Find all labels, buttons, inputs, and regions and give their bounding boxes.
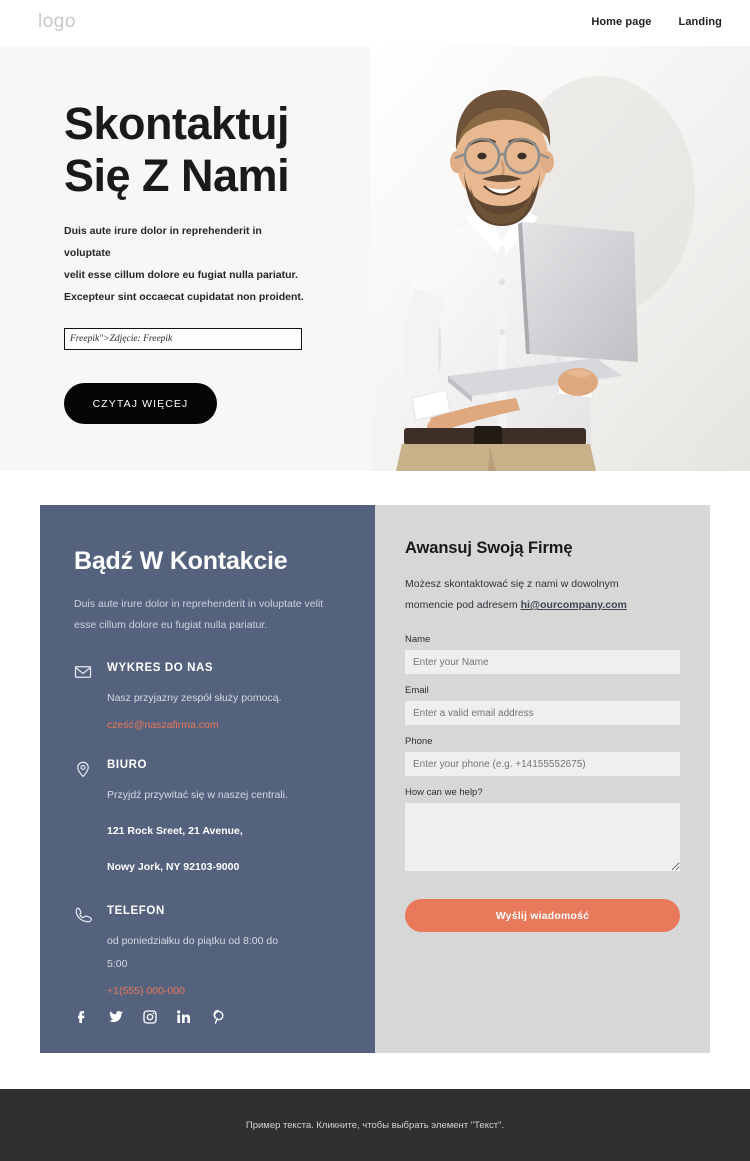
submit-message-button[interactable]: Wyślij wiadomość bbox=[405, 899, 680, 932]
footer-text: Пример текста. Кликните, чтобы выбрать э… bbox=[245, 1119, 505, 1131]
linkedin-icon[interactable] bbox=[176, 1009, 192, 1025]
site-logo[interactable]: logo bbox=[38, 11, 76, 33]
contact-block-title: TELEFON bbox=[107, 905, 165, 917]
field-email: Email bbox=[405, 685, 680, 725]
envelope-icon bbox=[74, 663, 92, 681]
hours-line-2: 5:00 bbox=[107, 958, 128, 970]
page-title: Skontaktuj Się Z Nami bbox=[64, 98, 364, 202]
phone-input[interactable] bbox=[405, 752, 680, 776]
hero-photo bbox=[370, 46, 750, 471]
landing-page: logo Home page Landing Skontaktuj Się Z … bbox=[0, 0, 750, 1161]
site-footer: Пример текста. Кликните, чтобы выбрать э… bbox=[0, 1089, 750, 1161]
phone-link[interactable]: +1(555) 000-000 bbox=[107, 985, 185, 997]
contact-form-panel: Awansuj Swoją Firmę Możesz skontaktować … bbox=[375, 505, 710, 1053]
hero-paragraph: Duis aute irure dolor in reprehenderit i… bbox=[64, 220, 304, 308]
contact-block-title: BIURO bbox=[107, 759, 148, 771]
photo-credit-value: Freepik">Zdjęcie: Freepik bbox=[70, 334, 173, 344]
instagram-icon[interactable] bbox=[142, 1009, 158, 1025]
label-message: How can we help? bbox=[405, 787, 483, 798]
name-input[interactable] bbox=[405, 650, 680, 674]
contact-info-panel: Bądź W Kontakcie Duis aute irure dolor i… bbox=[40, 505, 375, 1053]
address-line-1: 121 Rock Sreet, 21 Avenue, bbox=[107, 825, 243, 837]
page-title-line-2: Się Z Nami bbox=[64, 150, 290, 201]
label-phone: Phone bbox=[405, 736, 433, 747]
contact-section: Bądź W Kontakcie Duis aute irure dolor i… bbox=[40, 505, 710, 1053]
contact-block-text: Nasz przyjazny zespół służy pomocą. bbox=[107, 692, 282, 704]
site-header: logo Home page Landing bbox=[0, 0, 750, 46]
hero-paragraph-line-2: velit esse cillum dolore eu fugiat nulla… bbox=[64, 269, 298, 281]
contact-block-text: Przyjdź przywitać się w naszej centrali. bbox=[107, 789, 288, 801]
label-email: Email bbox=[405, 685, 429, 696]
photo-credit-field[interactable]: Freepik">Zdjęcie: Freepik bbox=[64, 328, 302, 350]
form-panel-lede: Możesz skontaktować się z nami w dowolny… bbox=[405, 574, 663, 616]
label-name: Name bbox=[405, 634, 431, 645]
form-panel-heading: Awansuj Swoją Firmę bbox=[405, 539, 573, 557]
nav-item-landing[interactable]: Landing bbox=[679, 16, 722, 28]
form-lede-line-2: momencie pod adresem bbox=[405, 599, 521, 611]
main-nav: Home page Landing bbox=[591, 16, 722, 28]
field-name: Name bbox=[405, 634, 680, 674]
contact-block-email: WYKRES DO NAS Nasz przyjazny zespół służ… bbox=[74, 662, 341, 733]
contact-panel-intro: Duis aute irure dolor in reprehenderit i… bbox=[74, 594, 346, 636]
form-lede-line-1: Możesz skontaktować się z nami w dowolny… bbox=[405, 578, 619, 590]
nav-item-home-page[interactable]: Home page bbox=[591, 16, 651, 28]
contact-block-office: BIURO Przyjdź przywitać się w naszej cen… bbox=[74, 759, 341, 879]
field-phone: Phone bbox=[405, 736, 680, 776]
hours-line-1: od poniedziałku do piątku od 8:00 do bbox=[107, 935, 279, 947]
contact-intro-line-2: esse cillum dolore eu fugiat nulla paria… bbox=[74, 619, 268, 631]
hero-section: Skontaktuj Się Z Nami Duis aute irure do… bbox=[0, 46, 750, 471]
contact-block-phone: TELEFON od poniedziałku do piątku od 8:0… bbox=[74, 905, 341, 999]
pinterest-icon[interactable] bbox=[210, 1009, 226, 1025]
company-email-link[interactable]: hi@ourcompany.com bbox=[521, 599, 627, 611]
address-line-2: Nowy Jork, NY 92103-9000 bbox=[107, 861, 240, 873]
hero-copy: Skontaktuj Się Z Nami Duis aute irure do… bbox=[64, 98, 364, 424]
read-more-button[interactable]: CZYTAJ WIĘCEJ bbox=[64, 383, 217, 424]
contact-panel-heading: Bądź W Kontakcie bbox=[74, 547, 288, 575]
facebook-icon[interactable] bbox=[74, 1009, 90, 1025]
map-pin-icon bbox=[74, 760, 92, 778]
page-title-line-1: Skontaktuj bbox=[64, 98, 290, 149]
contact-form: Name Email Phone How can we help? Wyślij… bbox=[405, 634, 680, 932]
field-message: How can we help? bbox=[405, 787, 680, 871]
social-links bbox=[74, 1009, 226, 1025]
email-link[interactable]: cześć@naszafirma.com bbox=[107, 719, 219, 731]
contact-block-title: WYKRES DO NAS bbox=[107, 662, 214, 674]
hero-paragraph-line-3: Excepteur sint occaecat cupidatat non pr… bbox=[64, 291, 304, 303]
twitter-icon[interactable] bbox=[108, 1009, 124, 1025]
contact-intro-line-1: Duis aute irure dolor in reprehenderit i… bbox=[74, 598, 324, 610]
phone-icon bbox=[74, 906, 92, 924]
hero-paragraph-line-1: Duis aute irure dolor in reprehenderit i… bbox=[64, 225, 262, 259]
contact-block-text: od poniedziałku do piątku od 8:00 do 5:0… bbox=[107, 930, 325, 976]
message-textarea[interactable] bbox=[405, 803, 680, 871]
email-input[interactable] bbox=[405, 701, 680, 725]
